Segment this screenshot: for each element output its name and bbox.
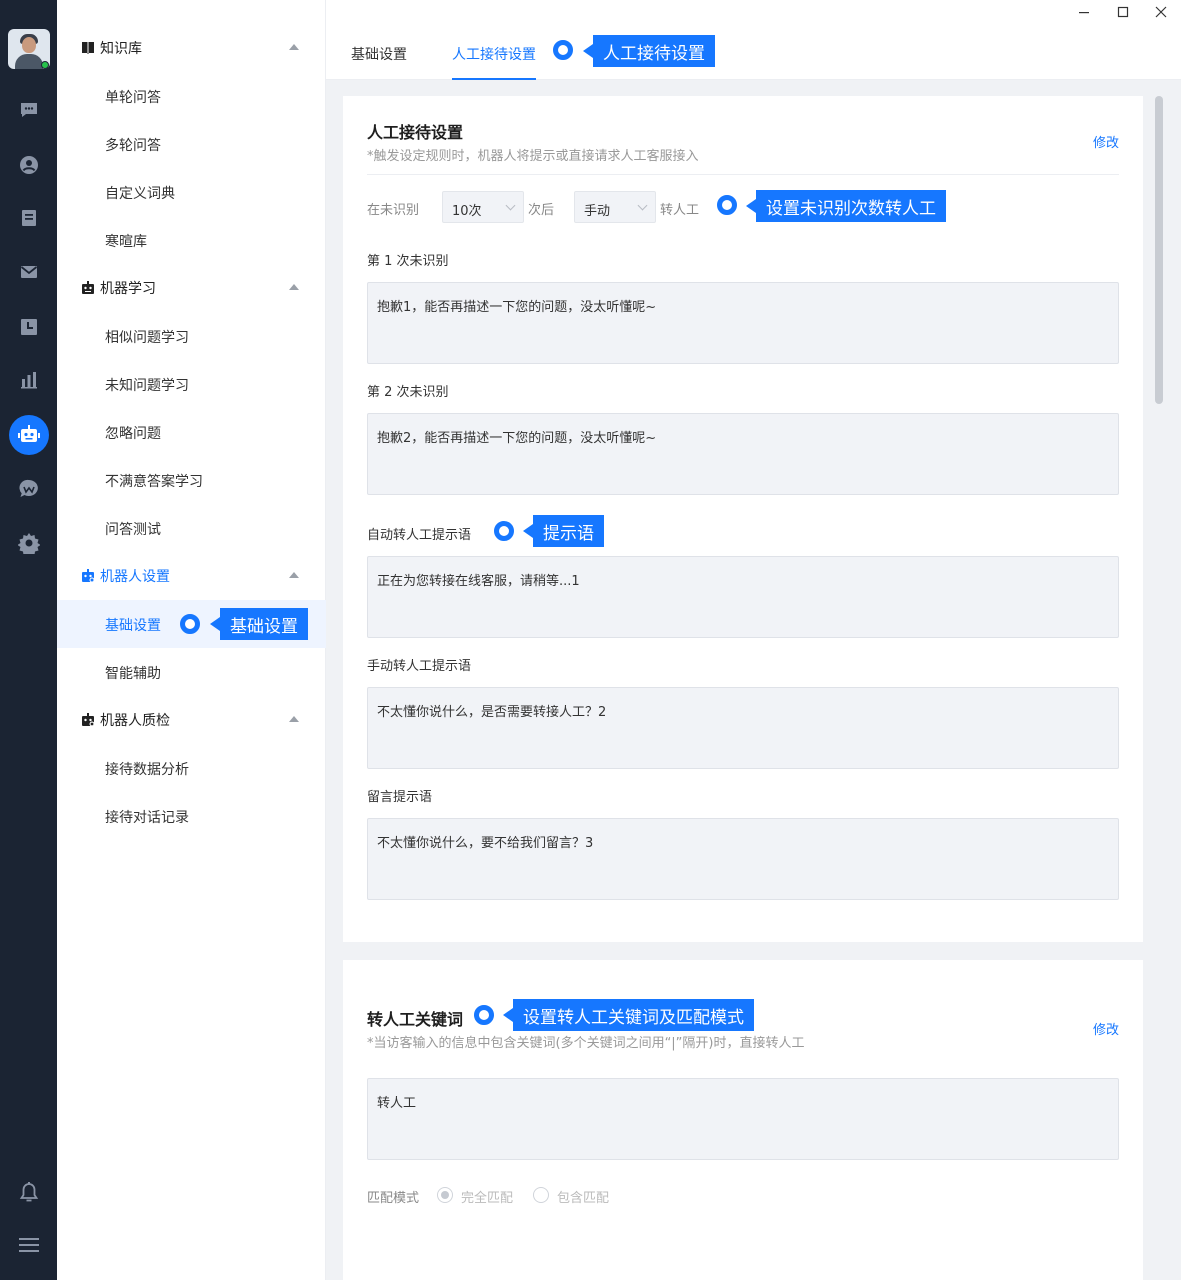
online-status-indicator [41,61,49,69]
wechat-icon[interactable] [17,477,41,501]
count-select[interactable]: 10次 [442,191,524,223]
divider [367,174,1119,175]
collapse-arrow-icon[interactable] [289,716,299,722]
mode-select[interactable]: 手动 [574,191,656,223]
auto-transfer-textarea[interactable]: 正在为您转接在线客服，请稍等...1 [367,556,1119,638]
sidebar-item-similar-learning[interactable]: 相似问题学习 [57,312,326,360]
field-label: 第 2 次未识别 [367,385,449,400]
sidebar-group-knowledge[interactable]: 知识库 [57,24,326,72]
collapse-arrow-icon[interactable] [289,44,299,50]
minimize-icon[interactable] [1076,4,1092,20]
settings-icon[interactable] [17,531,41,555]
chat-icon[interactable] [17,98,41,122]
transfer-keyword-card: 转人工关键词 设置转人工关键词及匹配模式 *当访客输入的信息中包含关键词(多个关… [343,960,1143,1280]
sidebar-item-ignored[interactable]: 忽略问题 [57,408,326,456]
exact-match-label: 完全匹配 [461,1191,514,1206]
rule-middle: 次后 [528,203,555,218]
card-title: 人工接待设置 [367,123,464,142]
robot-icon[interactable] [17,423,41,447]
card-hint: *当访客输入的信息中包含关键词(多个关键词之间用“|”隔开)时，直接转人工 [367,1036,805,1051]
tab-manual-reception[interactable]: 人工接待设置 [452,44,536,64]
leave-message-textarea[interactable]: 不太懂你说什么，要不给我们留言？3 [367,818,1119,900]
chevron-down-icon [505,200,516,211]
keyword-textarea[interactable]: 转人工 [367,1078,1119,1160]
window-titlebar [326,0,1181,24]
sidebar-group-robot-settings[interactable]: 机器人设置 [57,552,326,600]
sidebar-group-label: 机器人设置 [100,569,170,585]
collapse-arrow-icon[interactable] [289,572,299,578]
rule-suffix: 转人工 [660,203,700,218]
annotation-marker [553,40,573,60]
mail-icon[interactable] [17,260,41,284]
stats-icon[interactable] [17,368,41,392]
sidebar-item-data-analysis[interactable]: 接待数据分析 [57,744,326,792]
sidebar-item-chat-records[interactable]: 接待对话记录 [57,792,326,840]
field-label: 自动转人工提示语 [367,528,472,543]
sidebar-group-robot-qc[interactable]: 机器人质检 [57,696,326,744]
robot-learn-icon [82,281,94,294]
card-hint: *触发设定规则时，机器人将提示或直接请求人工客服接入 [367,149,699,164]
order-icon[interactable] [17,206,41,230]
sidebar-item-multi-qa[interactable]: 多轮问答 [57,120,326,168]
field-label: 留言提示语 [367,790,433,805]
annotation-marker [474,1005,494,1025]
contact-icon[interactable] [17,153,41,177]
field-label: 手动转人工提示语 [367,659,472,674]
chevron-down-icon [637,200,648,211]
contains-match-radio[interactable] [533,1187,549,1203]
sidebar-item-single-qa[interactable]: 单轮问答 [57,72,326,120]
exact-match-radio[interactable] [437,1187,453,1203]
robot-settings-icon [82,569,95,583]
close-icon[interactable] [1153,4,1169,20]
sidebar-group-label: 机器人质检 [100,713,170,729]
manual-transfer-textarea[interactable]: 不太懂你说什么，是否需要转接人工？2 [367,687,1119,769]
book-icon [82,42,94,54]
collapse-arrow-icon[interactable] [289,284,299,290]
sidebar-group-label: 机器学习 [100,281,156,297]
sidebar: 知识库 单轮问答 多轮问答 自定义词典 寒暄库 机器学习 相似问题学习 未知问题… [57,0,326,1280]
contains-match-label: 包含匹配 [557,1191,610,1206]
manual-reception-card: 人工接待设置 *触发设定规则时，机器人将提示或直接请求人工客服接入 修改 在未识… [343,96,1143,942]
unrecognized-2-textarea[interactable]: 抱歉2，能否再描述一下您的问题，没太听懂呢~ [367,413,1119,495]
annotation-tab: 人工接待设置 [583,35,715,67]
annotation-basic-settings: 基础设置 [210,608,308,640]
sidebar-item-qa-test[interactable]: 问答测试 [57,504,326,552]
sidebar-item-dictionary[interactable]: 自定义词典 [57,168,326,216]
robot-qc-icon [82,713,95,727]
rule-prefix: 在未识别 [367,203,420,218]
annotation-marker [180,614,200,634]
history-icon[interactable] [17,315,41,339]
tab-bar: 基础设置 人工接待设置 人工接待设置 [326,24,1181,80]
sidebar-item-unsatisfied[interactable]: 不满意答案学习 [57,456,326,504]
scrollbar-thumb[interactable] [1155,96,1163,404]
maximize-icon[interactable] [1115,4,1131,20]
sidebar-item-unknown-learning[interactable]: 未知问题学习 [57,360,326,408]
bell-icon[interactable] [17,1180,41,1204]
unrecognized-1-textarea[interactable]: 抱歉1，能否再描述一下您的问题，没太听懂呢~ [367,282,1119,364]
edit-link[interactable]: 修改 [1093,132,1119,151]
annotation-marker [494,521,514,541]
sidebar-item-smart-assist[interactable]: 智能辅助 [57,648,326,696]
sidebar-item-greetings[interactable]: 寒暄库 [57,216,326,264]
card-title: 转人工关键词 [367,1010,464,1029]
field-label: 第 1 次未识别 [367,254,449,269]
menu-icon[interactable] [17,1233,41,1257]
icon-rail [0,0,57,1280]
annotation-keywords: 设置转人工关键词及匹配模式 [503,999,754,1031]
annotation-marker [717,195,737,215]
annotation-unrecognized: 设置未识别次数转人工 [746,190,946,222]
sidebar-group-label: 知识库 [100,41,142,57]
main-content: 人工接待设置 *触发设定规则时，机器人将提示或直接请求人工客服接入 修改 在未识… [326,80,1181,1280]
tab-basic-settings[interactable]: 基础设置 [351,44,407,64]
sidebar-group-machine-learning[interactable]: 机器学习 [57,264,326,312]
match-mode-label: 匹配模式 [367,1191,420,1206]
edit-link[interactable]: 修改 [1093,1019,1119,1038]
annotation-prompt: 提示语 [523,515,604,547]
